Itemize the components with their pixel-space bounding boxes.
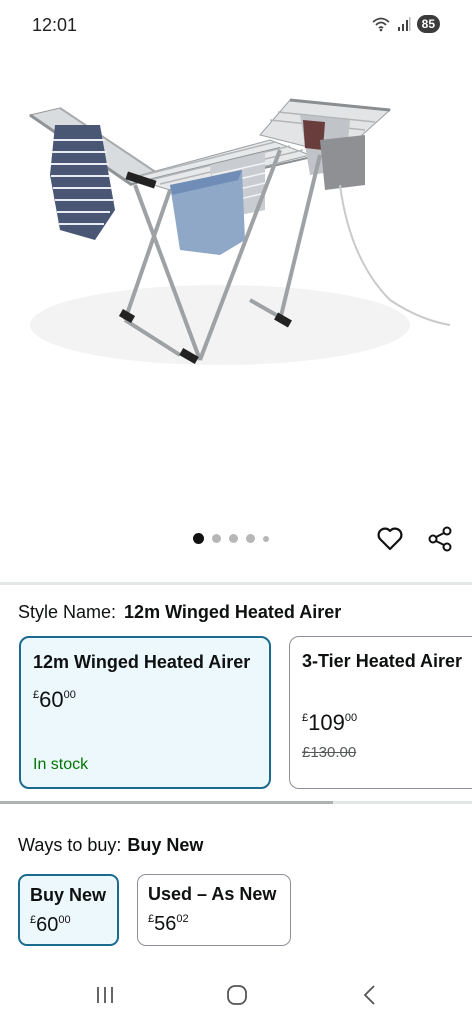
carousel-indicator[interactable] <box>193 533 269 544</box>
buy-option-price: £5602 <box>148 913 189 935</box>
status-time: 12:01 <box>32 15 78 35</box>
carousel-dot[interactable] <box>246 534 255 543</box>
buy-option-title: Used – As New <box>148 884 277 904</box>
wifi-icon <box>372 17 390 32</box>
share-icon[interactable] <box>426 525 454 553</box>
style-option-winged-airer[interactable]: 12m Winged Heated Airer £6000 In stock <box>19 636 271 789</box>
style-option-title: 3-Tier Heated Airer <box>302 651 463 671</box>
style-option-3-tier-airer[interactable]: 3-Tier Heated Airer £10900 £130.00 <box>289 636 472 789</box>
system-nav-bar <box>0 966 472 1024</box>
carousel-dot[interactable] <box>263 535 269 542</box>
style-name-value: 12m Winged Heated Airer <box>124 602 342 622</box>
style-option-price: £10900 <box>302 710 358 735</box>
ways-to-buy-row: Ways to buy: Buy New <box>18 835 203 856</box>
heart-icon[interactable] <box>376 525 404 553</box>
was-price: £130.00 <box>302 744 357 761</box>
style-name-row: Style Name: 12m Winged Heated Airer <box>18 602 341 623</box>
carousel-dot[interactable] <box>212 534 221 543</box>
style-option-title: 12m Winged Heated Airer <box>33 652 251 672</box>
ways-to-buy-value: Buy New <box>127 835 204 855</box>
section-divider <box>0 582 472 585</box>
carousel-dot[interactable] <box>229 534 238 543</box>
style-name-label: Style Name: <box>18 602 117 622</box>
availability-status: In stock <box>33 756 89 773</box>
status-bar: 12:01 85 <box>0 0 472 52</box>
home-icon[interactable] <box>226 984 248 1006</box>
buy-option-title: Buy New <box>30 885 107 905</box>
buy-new-option[interactable]: Buy New £6000 <box>18 874 119 946</box>
status-icons: 85 <box>371 15 440 33</box>
recent-apps-icon[interactable] <box>94 986 116 1004</box>
buy-option-price: £6000 <box>30 914 71 936</box>
ways-to-buy-label: Ways to buy: <box>18 835 122 855</box>
style-option-price: £6000 <box>33 687 76 712</box>
clothes-airer-image[interactable] <box>20 80 460 390</box>
battery-icon: 85 <box>416 15 440 33</box>
used-as-new-option[interactable]: Used – As New £5602 <box>137 874 291 946</box>
back-icon[interactable] <box>362 984 378 1006</box>
signal-icon <box>397 17 411 31</box>
carousel-dot-active[interactable] <box>193 533 204 544</box>
style-scroll-thumb[interactable] <box>0 801 333 804</box>
